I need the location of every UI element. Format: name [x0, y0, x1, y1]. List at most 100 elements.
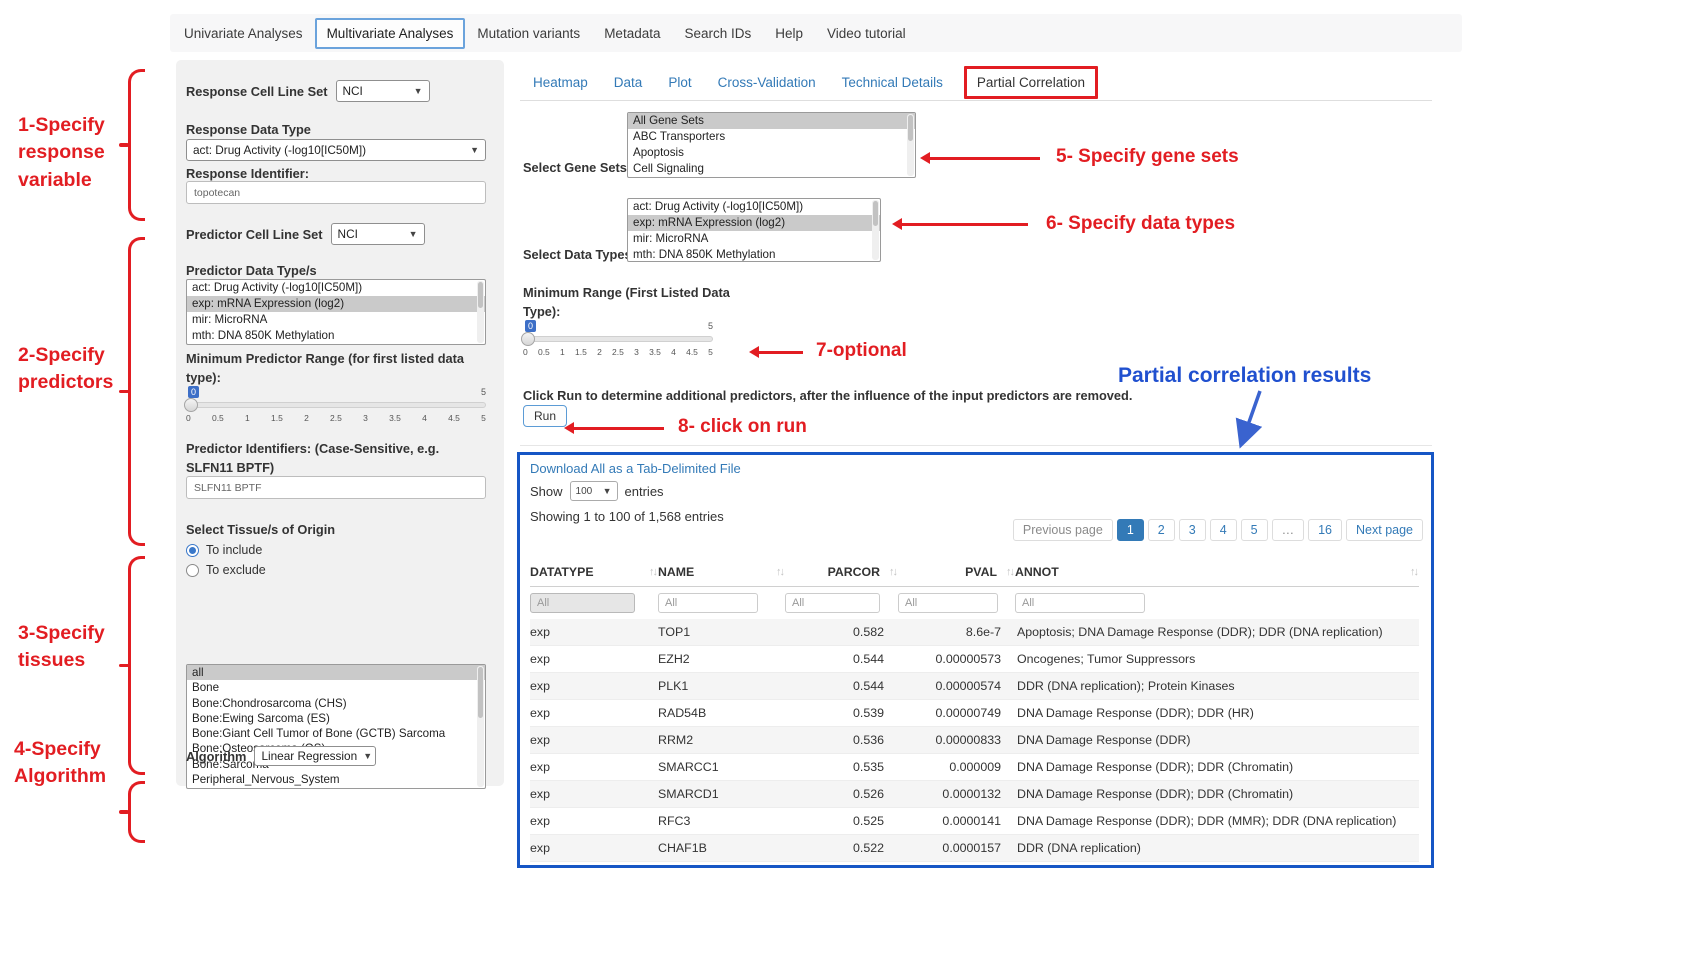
download-link[interactable]: Download All as a Tab-Delimited File [530, 461, 741, 476]
nav-item[interactable]: Help [763, 18, 815, 49]
sort-icon[interactable]: ↑↓ [1410, 566, 1417, 578]
response-data-type-select[interactable]: act: Drug Activity (-log10[IC50M]) ▼ [186, 139, 486, 161]
slider-tick: 3 [634, 347, 639, 357]
data-types-listbox[interactable]: act: Drug Activity (-log10[IC50M]) exp: … [627, 198, 881, 262]
listbox-option[interactable]: Bone [187, 680, 485, 695]
column-header-annot[interactable]: ANNOT ↑↓ [1015, 565, 1419, 579]
column-header-name[interactable]: NAME ↑↓ [658, 565, 785, 579]
column-header-datatype[interactable]: DATATYPE ↑↓ [530, 565, 658, 579]
table-row[interactable]: exp RFC3 0.525 0.0000141 DNA Damage Resp… [530, 808, 1419, 835]
page-button[interactable]: 16 [1308, 519, 1342, 541]
table-row[interactable]: exp TOP1 0.582 8.6e-7 Apoptosis; DNA Dam… [530, 619, 1419, 646]
algorithm-select[interactable]: Linear Regression ▼ [254, 746, 376, 766]
column-header-parcor[interactable]: PARCOR ↑↓ [785, 565, 898, 579]
table-row[interactable]: exp CHAF1B 0.522 0.0000157 DDR (DNA repl… [530, 835, 1419, 862]
table-row[interactable]: exp EZH2 0.544 0.00000573 Oncogenes; Tum… [530, 646, 1419, 673]
listbox-option[interactable]: mth: DNA 850K Methylation [628, 247, 880, 262]
tissue-exclude-radio[interactable]: To exclude [186, 563, 266, 577]
table-row[interactable]: exp SMARCC1 0.535 0.000009 DNA Damage Re… [530, 754, 1419, 781]
listbox-option[interactable]: ABC Transporters [628, 129, 915, 145]
page-button[interactable]: 5 [1241, 519, 1268, 541]
listbox-option[interactable]: exp: mRNA Expression (log2) [628, 215, 880, 231]
radio-unchecked-icon[interactable] [186, 564, 199, 577]
table-row[interactable]: exp RRM2 0.536 0.00000833 DNA Damage Res… [530, 727, 1419, 754]
sort-icon[interactable]: ↑↓ [889, 566, 896, 578]
response-identifier-input[interactable] [186, 181, 486, 204]
scrollbar[interactable] [477, 281, 484, 343]
table-row[interactable]: exp SMARCD1 0.526 0.0000132 DNA Damage R… [530, 781, 1419, 808]
sort-icon[interactable]: ↑↓ [649, 566, 656, 578]
predictor-range-slider[interactable]: 0 5 0 0.5 1 1.5 2 2.5 3 [186, 386, 486, 426]
tab[interactable]: Partial Correlation [964, 66, 1098, 99]
slider-track[interactable] [186, 402, 486, 408]
app-screen: Univariate Analyses Multivariate Analyse… [0, 0, 1700, 956]
slider-thumb[interactable] [184, 398, 198, 412]
min-range-slider[interactable]: 0 5 0 0.5 1 1.5 2 2.5 3 3.5 4 4 [523, 320, 713, 360]
tab[interactable]: Plot [655, 67, 704, 98]
slider-track[interactable] [523, 336, 713, 342]
slider-tick: 2.5 [612, 347, 624, 357]
filter-name-input[interactable] [658, 593, 758, 613]
nav-item[interactable]: Mutation variants [465, 18, 592, 49]
listbox-option[interactable]: Cell Signaling [628, 161, 915, 177]
page-button[interactable]: Next page [1346, 519, 1423, 541]
run-button[interactable]: Run [523, 405, 567, 427]
page-button[interactable]: 3 [1179, 519, 1206, 541]
listbox-option[interactable]: act: Drug Activity (-log10[IC50M]) [187, 280, 485, 296]
scrollbar[interactable] [907, 114, 914, 176]
arrow-to-slider [759, 351, 803, 354]
page-button[interactable]: … [1272, 519, 1305, 541]
page-button[interactable]: 1 [1117, 519, 1144, 541]
listbox-option[interactable]: exp: mRNA Expression (log2) [187, 296, 485, 312]
nav-item[interactable]: Video tutorial [815, 18, 918, 49]
listbox-option[interactable]: Apoptosis [628, 145, 915, 161]
tab[interactable]: Data [601, 67, 656, 98]
listbox-option[interactable]: mir: MicroRNA [628, 231, 880, 247]
listbox-option[interactable]: mir: MicroRNA [187, 312, 485, 328]
slider-thumb[interactable] [521, 332, 535, 346]
scrollbar[interactable] [477, 666, 484, 787]
listbox-option[interactable]: Bone:Chondrosarcoma (CHS) [187, 696, 485, 711]
filter-parcor-input[interactable] [785, 593, 880, 613]
cell-annot: DDR (DNA replication) [1015, 841, 1419, 855]
scrollbar[interactable] [872, 200, 879, 260]
table-row[interactable]: exp RAD54B 0.539 0.00000749 DNA Damage R… [530, 700, 1419, 727]
tissue-include-radio[interactable]: To include [186, 543, 262, 557]
gene-sets-listbox[interactable]: All Gene Sets ABC Transporters Apoptosis… [627, 112, 916, 178]
page-button[interactable]: 2 [1148, 519, 1175, 541]
cell-annot: DNA Damage Response (DDR); DDR (Chromati… [1015, 787, 1419, 801]
page-button[interactable]: 4 [1210, 519, 1237, 541]
response-cell-line-select[interactable]: NCI ▼ [336, 80, 430, 102]
page-button[interactable]: Previous page [1013, 519, 1113, 541]
table-row[interactable]: exp PLK1 0.544 0.00000574 DDR (DNA repli… [530, 673, 1419, 700]
sort-icon[interactable]: ↑↓ [776, 566, 783, 578]
nav-item[interactable]: Univariate Analyses [172, 18, 315, 49]
showing-entries-text: Showing 1 to 100 of 1,568 entries [530, 509, 724, 524]
tab[interactable]: Technical Details [829, 67, 956, 98]
tab[interactable]: Heatmap [520, 67, 601, 98]
listbox-option[interactable]: Bone:Ewing Sarcoma (ES) [187, 711, 485, 726]
listbox-option[interactable]: mth: DNA 850K Methylation [187, 328, 485, 344]
sort-icon[interactable]: ↑↓ [1006, 566, 1013, 578]
nav-item[interactable]: Multivariate Analyses [315, 18, 466, 49]
nav-item[interactable]: Search IDs [672, 18, 763, 49]
predictor-cell-line-select[interactable]: NCI ▼ [331, 223, 425, 245]
results-annotation-title: Partial correlation results [1118, 364, 1371, 388]
filter-pval-input[interactable] [898, 593, 998, 613]
predictor-data-types-listbox[interactable]: act: Drug Activity (-log10[IC50M]) exp: … [186, 279, 486, 345]
filter-annot-input[interactable] [1015, 593, 1145, 613]
listbox-option[interactable]: All Gene Sets [628, 113, 915, 129]
predictor-identifiers-input[interactable] [186, 476, 486, 499]
listbox-option[interactable]: Peripheral_Nervous_System [187, 772, 485, 787]
radio-checked-icon[interactable] [186, 544, 199, 557]
tab[interactable]: Cross-Validation [705, 67, 829, 98]
tissue-listbox[interactable]: all Bone Bone:Chondrosarcoma (CHS) Bone:… [186, 664, 486, 789]
entries-per-page-select[interactable]: 100 ▼ [570, 481, 618, 501]
filter-datatype-input[interactable] [530, 593, 635, 613]
nav-item[interactable]: Metadata [592, 18, 672, 49]
listbox-option[interactable]: act: Drug Activity (-log10[IC50M]) [628, 199, 880, 215]
listbox-option[interactable]: all [187, 665, 485, 680]
column-header-pval[interactable]: PVAL ↑↓ [898, 565, 1015, 579]
chevron-down-icon: ▼ [363, 751, 372, 761]
listbox-option[interactable]: Bone:Giant Cell Tumor of Bone (GCTB) Sar… [187, 726, 485, 741]
